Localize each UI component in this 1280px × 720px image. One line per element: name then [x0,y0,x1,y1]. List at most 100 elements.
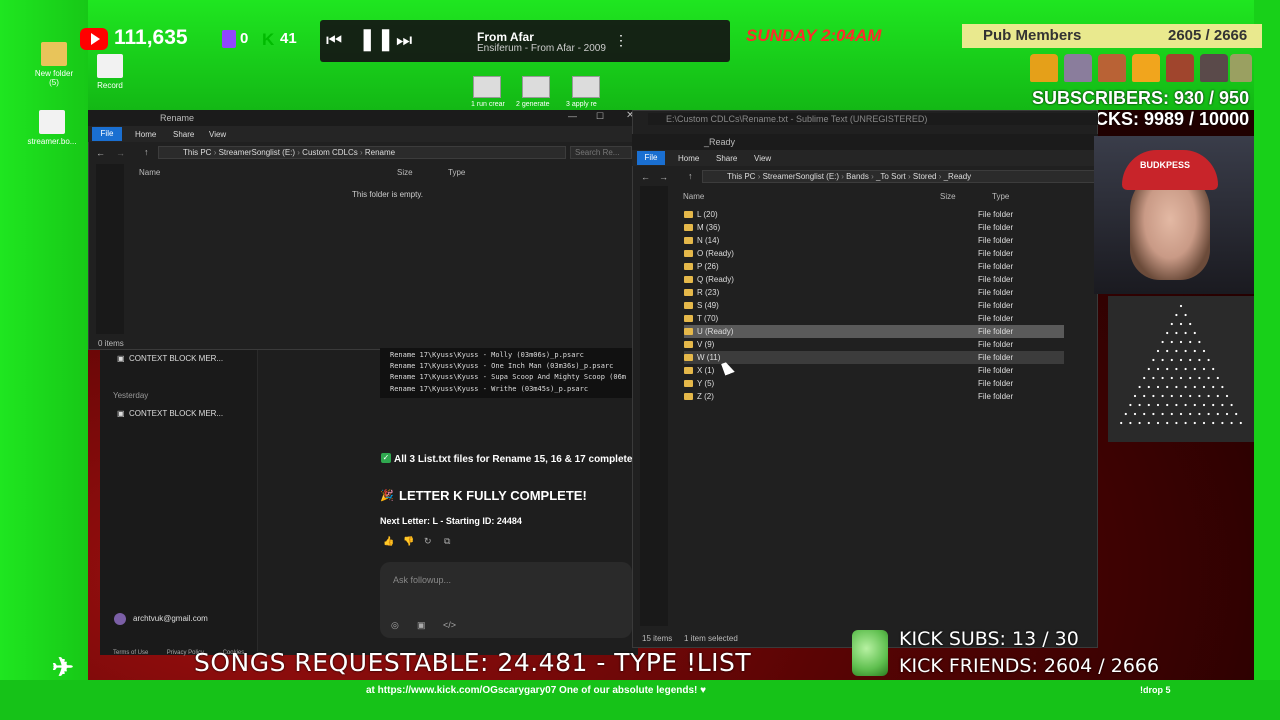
desktop-icon-record[interactable]: Record [80,54,140,90]
subscribers-goal: SUBSCRIBERS: 930 / 950 [1032,88,1250,108]
address-bar[interactable]: This PC › StreamerSonglist (E:) › Custom… [158,146,566,159]
file-row[interactable]: Z (2) File folder [684,390,1064,403]
plinko-peg [1129,421,1132,425]
desktop-icon-streamer-bot[interactable]: streamer.bo... [22,110,82,146]
shortcut-run-crear[interactable] [473,76,501,98]
ribbon-tab-file[interactable]: File [637,151,665,165]
ribbon-tab-home[interactable]: Home [135,130,156,139]
plinko-peg [1189,340,1192,344]
forward-arrow-icon[interactable]: → [116,148,125,158]
column-header-type[interactable]: Type [992,192,1009,201]
file-name: P (26) [684,262,719,271]
plinko-peg [1193,421,1196,425]
minimize-button[interactable]: — [568,111,577,121]
plinko-peg [1216,376,1219,380]
chat-history-item[interactable]: ▣ CONTEXT BLOCK MER... [117,409,223,418]
search-input[interactable]: Search Re... [570,146,632,159]
shortcut-apply[interactable] [572,76,600,98]
plinko-peg [1193,331,1196,335]
plinko-peg [1198,340,1201,344]
window-titlebar: Rename [88,110,638,126]
kick-subs-goal: KICK SUBS: 13 / 30 [899,628,1079,650]
file-row[interactable]: W (11) File folder [684,351,1064,364]
plinko-peg [1147,403,1150,407]
file-row[interactable]: S (49) File folder [684,299,1064,312]
file-name-text: U (Ready) [697,327,734,336]
file-row[interactable]: Y (5) File folder [684,377,1064,390]
image-icon[interactable]: ▣ [417,620,426,631]
chat-ticker: at https://www.kick.com/OGscarygary07 On… [366,685,707,696]
plinko-peg [1170,340,1173,344]
tshirt-icon [1064,54,1092,82]
shortcut-generate[interactable] [522,76,550,98]
ribbon-tab-view[interactable]: View [209,130,226,139]
file-row[interactable]: P (26) File folder [684,260,1064,273]
plinko-peg [1189,376,1192,380]
ribbon-tab-share[interactable]: Share [716,154,737,163]
file-row[interactable]: U (Ready) File folder [684,325,1064,338]
column-header-size[interactable]: Size [940,192,956,201]
copy-icon[interactable]: ⧉ [444,536,450,547]
file-row[interactable]: M (36) File folder [684,221,1064,234]
plinko-peg [1166,385,1169,389]
plinko-peg [1198,358,1201,362]
plinko-peg [1147,367,1150,371]
file-name: Z (2) [684,392,714,401]
next-track-button[interactable]: ⏭ [396,30,412,51]
globe-icon[interactable]: ◎ [391,620,399,631]
file-type: File folder [978,340,1014,349]
file-name-text: X (1) [697,366,715,375]
column-header-type[interactable]: Type [448,168,465,177]
forward-arrow-icon[interactable]: → [659,172,668,182]
chat-history-item[interactable]: ▣ CONTEXT BLOCK MER... [117,354,223,363]
file-row[interactable]: X (1) File folder [684,364,1064,377]
ribbon-tab-home[interactable]: Home [678,154,699,163]
file-row[interactable]: L (20) File folder [684,208,1064,221]
thumbs-up-icon[interactable]: 👍 [383,536,394,547]
previous-track-button[interactable]: ⏮ [326,30,342,51]
file-row[interactable]: Q (Ready) File folder [684,273,1064,286]
file-row[interactable]: N (14) File folder [684,234,1064,247]
ribbon-tab-view[interactable]: View [754,154,771,163]
ribbon-tab-file[interactable]: File [92,127,122,141]
plinko-peg [1212,421,1215,425]
maximize-button[interactable]: ☐ [596,111,604,122]
code-block: Rename 17\Kyuss\Kyuss - Molly (03m06s)_p… [380,348,632,398]
back-arrow-icon[interactable]: ← [641,172,650,182]
retry-icon[interactable]: ↻ [424,536,432,547]
breadcrumb-item: _Ready [943,172,972,181]
plinko-peg [1156,421,1160,425]
up-arrow-icon[interactable]: ↑ [688,171,693,181]
file-row[interactable]: R (23) File folder [684,286,1064,299]
breadcrumb-item: Bands [846,172,869,181]
window-title: _Ready [704,137,736,147]
column-header-name[interactable]: Name [683,192,704,201]
file-name-text: T (70) [697,314,719,323]
desktop-icon-new-folder[interactable]: New folder (5) [24,42,84,87]
avatar[interactable] [114,613,126,625]
address-bar[interactable]: This PC › StreamerSonglist (E:) › Bands … [702,170,1098,183]
songs-requestable-banner: SONGS REQUESTABLE: 24.481 - TYPE !LIST [194,648,752,677]
more-options-icon[interactable]: ⋮ [614,32,628,49]
plinko-peg [1166,403,1169,407]
file-type: File folder [978,327,1014,336]
code-icon[interactable]: </> [443,620,456,630]
back-arrow-icon[interactable]: ← [96,148,105,158]
file-type: File folder [978,236,1014,245]
pause-button[interactable]: ❚❚ [358,26,395,52]
plinko-peg [1170,358,1173,362]
plinko-peg [1189,394,1192,398]
plinko-peg [1138,403,1141,407]
file-row[interactable]: T (70) File folder [684,312,1064,325]
up-arrow-icon[interactable]: ↑ [144,147,149,157]
column-header-name[interactable]: Name [139,168,160,177]
terms-link[interactable]: Terms of Use [113,650,148,656]
ribbon-tab-share[interactable]: Share [173,130,194,139]
thumbs-down-icon[interactable]: 👎 [403,536,414,547]
file-type: File folder [978,392,1014,401]
plinko-peg [1179,340,1183,344]
file-row[interactable]: O (Ready) File folder [684,247,1064,260]
file-row[interactable]: V (9) File folder [684,338,1064,351]
breadcrumb-item: This PC [727,172,756,181]
column-header-size[interactable]: Size [397,168,413,177]
